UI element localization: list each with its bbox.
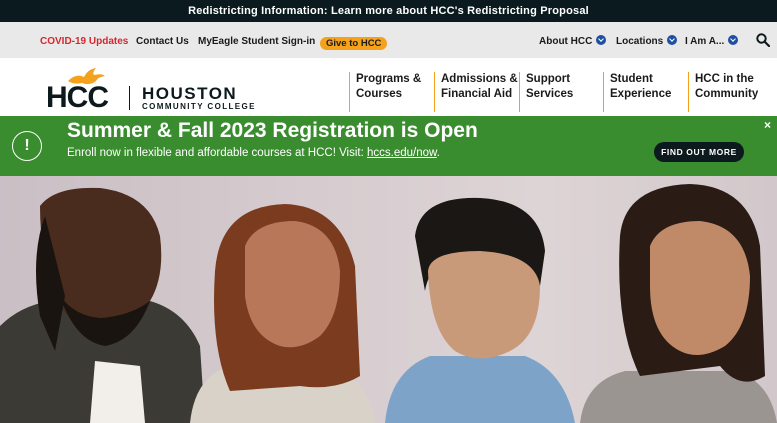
nav-label-line1: Student <box>610 73 653 85</box>
nav-label-line1: Support <box>526 73 571 85</box>
nav-label-line2: Community <box>695 88 759 100</box>
myeagle-signin-link[interactable]: MyEagle Student Sign-in <box>198 22 315 58</box>
banner-subtitle-text: Enroll now in flexible and affordable co… <box>67 147 368 159</box>
hero-students-photo <box>0 184 777 423</box>
locations-label: Locations <box>616 36 664 47</box>
alert-icon: ! <box>12 131 42 161</box>
logo-community-college-text[interactable]: COMMUNITY COLLEGE <box>142 102 256 111</box>
nav-student-experience[interactable]: Student Experience <box>603 72 671 112</box>
nav-label-line1: Programs & <box>356 73 422 85</box>
about-hcc-label: About HCC <box>539 36 593 47</box>
nav-label-line1: Admissions & <box>441 73 518 85</box>
locations-dropdown[interactable]: Locations <box>616 22 678 58</box>
nav-hcc-in-the-community[interactable]: HCC in the Community <box>688 72 758 112</box>
banner-subtitle-period: . <box>436 147 440 159</box>
nav-label-line1: HCC in the <box>695 73 754 85</box>
banner-subtitle: Enroll now in flexible and affordable co… <box>67 147 440 159</box>
hero-image <box>0 176 777 423</box>
nav-label-line2: Services <box>526 88 574 100</box>
give-to-hcc-button[interactable]: Give to HCC <box>320 37 388 50</box>
close-icon[interactable]: × <box>764 118 771 132</box>
logo-divider <box>129 86 130 110</box>
nav-label-line2: Experience <box>610 88 672 100</box>
find-out-more-button[interactable]: FIND OUT MORE <box>654 142 744 162</box>
nav-admissions-financial-aid[interactable]: Admissions & Financial Aid <box>434 72 518 112</box>
logo-hcc-text[interactable]: HCC <box>46 81 109 115</box>
chevron-down-icon <box>728 35 739 45</box>
announcement-bar[interactable]: Redistricting Information: Learn more ab… <box>0 0 777 22</box>
banner-title: Summer & Fall 2023 Registration is Open <box>67 119 478 142</box>
nav-label-line2: Courses <box>356 88 403 100</box>
search-icon[interactable] <box>756 33 770 47</box>
nav-support-services[interactable]: Support Services <box>519 72 573 112</box>
chevron-down-icon <box>596 35 607 45</box>
covid-updates-link[interactable]: COVID-19 Updates <box>40 22 128 58</box>
i-am-a-dropdown[interactable]: I Am A... <box>685 22 739 58</box>
chevron-down-icon <box>667 35 678 45</box>
nav-programs-courses[interactable]: Programs & Courses <box>349 72 421 112</box>
contact-us-link[interactable]: Contact Us <box>136 22 189 58</box>
hccs-now-link[interactable]: hccs.edu/now <box>367 147 437 159</box>
about-hcc-dropdown[interactable]: About HCC <box>539 22 607 58</box>
logo-houston-text[interactable]: HOUSTON <box>142 84 237 104</box>
i-am-a-label: I Am A... <box>685 36 725 47</box>
nav-label-line2: Financial Aid <box>441 88 513 100</box>
